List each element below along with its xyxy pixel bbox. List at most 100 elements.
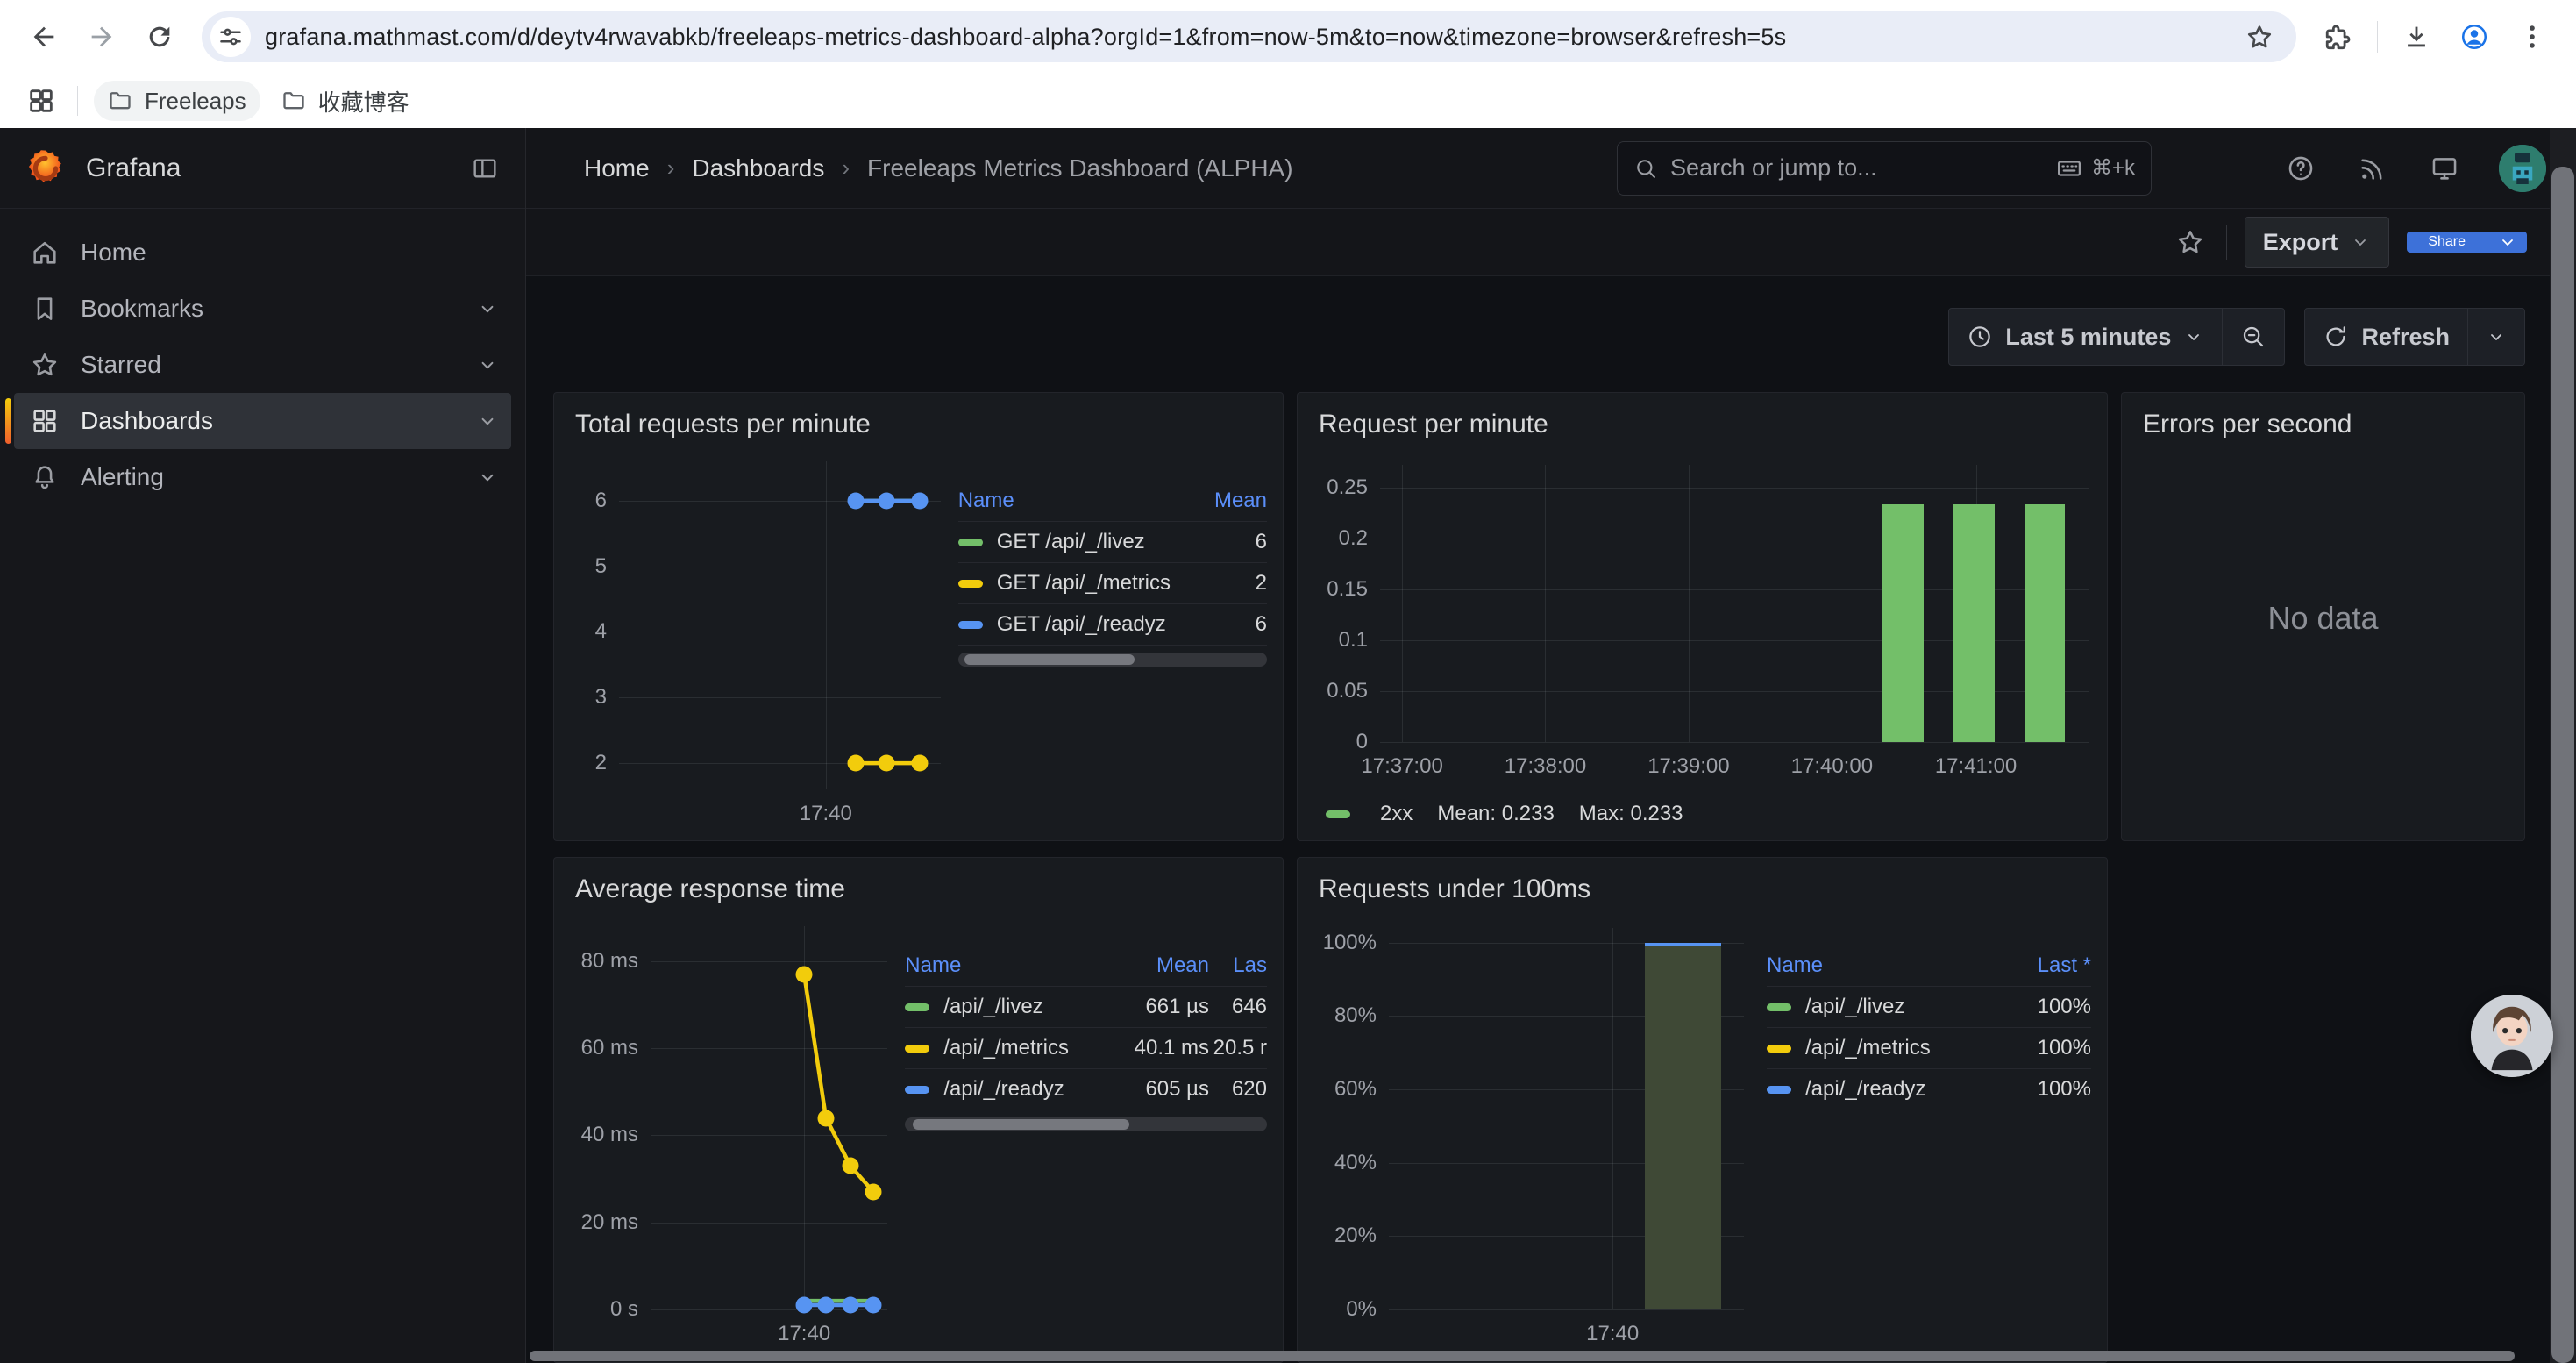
brand-name: Grafana (86, 153, 181, 183)
news-rss-icon[interactable] (2355, 151, 2390, 186)
refresh-interval-button[interactable] (2467, 308, 2525, 366)
help-icon[interactable] (2283, 151, 2318, 186)
legend-row[interactable]: /api/_/metrics100% (1767, 1028, 2091, 1069)
average-response-time-chart: 80 ms60 ms40 ms20 ms0 s17:40 (554, 914, 896, 1362)
profile-button[interactable] (2450, 12, 2499, 61)
legend-header-cell[interactable]: Las (1209, 953, 1267, 978)
horizontal-scrollbar-thumb[interactable] (530, 1351, 2515, 1361)
panel-title[interactable]: Request per minute (1298, 393, 2107, 449)
grafana-sidebar: Grafana Home Bookmarks Starred (0, 128, 526, 1363)
monitor-icon[interactable] (2427, 151, 2462, 186)
bookmark-star-icon[interactable] (2240, 18, 2279, 56)
legend-row[interactable]: GET /api/_/metrics2 (958, 563, 1267, 604)
series-name[interactable]: 2xx (1380, 802, 1413, 826)
bookmark-folder-blogs[interactable]: 收藏博客 (267, 81, 423, 121)
plot-area: 6543217:40 (619, 461, 941, 789)
legend-row[interactable]: /api/_/readyz605 µs620 (905, 1069, 1267, 1110)
site-info-icon[interactable] (210, 17, 251, 57)
legend-table: NameLast * /api/_/livez100%/api/_/metrics… (1767, 946, 2091, 1362)
dashboard-toolbar: Last 5 minutes Refresh (526, 308, 2576, 366)
panel-title[interactable]: Total requests per minute (554, 393, 1283, 449)
address-bar[interactable]: grafana.mathmast.com/d/deytv4rwavabkb/fr… (202, 11, 2296, 62)
apps-grid-icon[interactable] (21, 81, 61, 121)
legend-header-cell[interactable]: Name (958, 489, 1171, 513)
legend-scrollbar[interactable] (958, 653, 1267, 667)
legend-table: NameMeanLas/api/_/livez661 µs646/api/_/m… (905, 946, 1267, 1362)
legend-scrollbar[interactable] (905, 1117, 1267, 1131)
home-icon (30, 238, 60, 268)
legend-header-cell[interactable]: Mean (1069, 953, 1209, 978)
toolbar-divider (2377, 21, 2378, 53)
y-tick-label: 0.2 (1339, 526, 1368, 551)
sidebar-item-home[interactable]: Home (14, 225, 511, 281)
legend-row[interactable]: /api/_/readyz100% (1767, 1069, 2091, 1110)
share-button[interactable]: Share (2407, 232, 2487, 253)
data-point (818, 1297, 835, 1314)
search-input[interactable]: Search or jump to... ⌘+k (1617, 141, 2152, 196)
y-tick-label: 20 ms (581, 1210, 638, 1235)
series-line (651, 926, 887, 1309)
time-range-picker[interactable]: Last 5 minutes (1948, 308, 2223, 366)
panel-title[interactable]: Requests under 100ms (1298, 858, 2107, 914)
sidebar-nav: Home Bookmarks Starred Dashboards (0, 209, 525, 521)
bookmark-label: Freeleaps (145, 88, 246, 115)
series-color-pill (958, 621, 983, 629)
legend-scrollbar-thumb[interactable] (913, 1119, 1130, 1130)
floating-assistant-avatar[interactable] (2471, 995, 2553, 1077)
chevron-down-icon (2497, 232, 2518, 253)
legend-row[interactable]: GET /api/_/readyz6 (958, 604, 1267, 646)
extensions-icon[interactable] (2314, 12, 2363, 61)
panel-title[interactable]: Average response time (554, 858, 1283, 914)
back-button[interactable] (19, 12, 68, 61)
legend-row[interactable]: /api/_/livez661 µs646 (905, 987, 1267, 1028)
legend-header-cell[interactable]: Name (905, 953, 1069, 978)
breadcrumb-home[interactable]: Home (584, 154, 650, 182)
zoom-out-button[interactable] (2222, 308, 2285, 366)
breadcrumb-dashboards[interactable]: Dashboards (692, 154, 824, 182)
breadcrumb-current: Freeleaps Metrics Dashboard (ALPHA) (867, 154, 1293, 182)
legend-header-cell[interactable]: Name (1767, 953, 1986, 978)
legend-header-cell[interactable]: Mean (1171, 489, 1267, 513)
user-avatar[interactable] (2499, 145, 2546, 192)
y-tick-label: 0.25 (1327, 475, 1368, 500)
legend-row[interactable]: /api/_/metrics40.1 ms20.5 r (905, 1028, 1267, 1069)
url-text[interactable]: grafana.mathmast.com/d/deytv4rwavabkb/fr… (265, 24, 2240, 51)
sidebar-collapse-icon[interactable] (466, 149, 504, 188)
browser-menu-button[interactable] (2508, 12, 2557, 61)
vertical-scrollbar[interactable] (2550, 128, 2576, 1363)
legend-header-cell[interactable]: Last * (1986, 953, 2091, 978)
favorite-star-icon[interactable] (2172, 224, 2209, 260)
chevron-down-icon[interactable] (476, 353, 499, 376)
sidebar-item-bookmarks[interactable]: Bookmarks (14, 281, 511, 337)
export-button[interactable]: Export (2245, 217, 2390, 268)
vertical-scrollbar-thumb[interactable] (2551, 167, 2574, 1363)
chevron-down-icon[interactable] (476, 410, 499, 432)
keyboard-icon (2056, 155, 2082, 182)
horizontal-scrollbar[interactable] (526, 1351, 2550, 1361)
refresh-button[interactable]: Refresh (2304, 308, 2468, 366)
y-tick-label: 0 s (610, 1297, 638, 1322)
forward-button[interactable] (77, 12, 126, 61)
share-menu-button[interactable] (2487, 232, 2527, 253)
downloads-button[interactable] (2392, 12, 2441, 61)
y-tick-label: 100% (1323, 931, 1377, 955)
chevron-down-icon[interactable] (476, 297, 499, 320)
legend-row[interactable]: /api/_/livez100% (1767, 987, 2091, 1028)
sidebar-item-starred[interactable]: Starred (14, 337, 511, 393)
legend-name-cell: /api/_/readyz (905, 1077, 1069, 1102)
series-line (619, 461, 941, 789)
zoom-out-icon (2240, 324, 2266, 350)
series-mean: Mean: 0.233 (1437, 802, 1554, 826)
panel-title[interactable]: Errors per second (2122, 393, 2524, 449)
y-tick-label: 5 (595, 554, 607, 579)
sidebar-item-dashboards[interactable]: Dashboards (14, 393, 511, 449)
series-color-pill (1326, 810, 1350, 818)
chevron-down-icon[interactable] (476, 466, 499, 489)
legend-scrollbar-thumb[interactable] (964, 654, 1135, 665)
reload-button[interactable] (135, 12, 184, 61)
breadcrumb: Home › Dashboards › Freeleaps Metrics Da… (584, 154, 1293, 182)
bookmark-folder-freeleaps[interactable]: Freeleaps (94, 81, 260, 121)
sidebar-item-alerting[interactable]: Alerting (14, 449, 511, 505)
data-point (847, 492, 864, 509)
legend-row[interactable]: GET /api/_/livez6 (958, 522, 1267, 563)
